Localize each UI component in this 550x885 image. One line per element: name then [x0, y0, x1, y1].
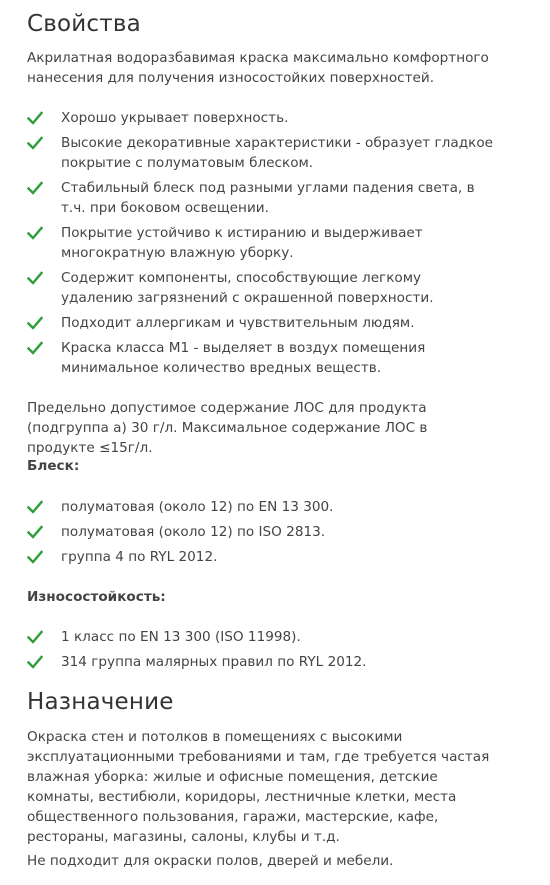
- check-icon: [27, 270, 43, 286]
- list-item: Стабильный блеск под разными углами паде…: [27, 178, 497, 218]
- list-item: Высокие декоративные характеристики - об…: [27, 133, 497, 173]
- list-item: Содержит компоненты, способствующие легк…: [27, 268, 497, 308]
- list-item: 1 класс по EN 13 300 (ISO 11998).: [27, 627, 497, 647]
- properties-list: Хорошо укрывает поверхность. Высокие дек…: [27, 108, 497, 383]
- list-item: Хорошо укрывает поверхность.: [27, 108, 497, 128]
- check-icon: [27, 135, 43, 151]
- check-icon: [27, 110, 43, 126]
- check-icon: [27, 315, 43, 331]
- purpose-text: Окраска стен и потолков в помещениях с в…: [27, 729, 490, 845]
- list-item: полуматовая (около 12) по EN 13 300.: [27, 497, 497, 517]
- check-icon: [27, 225, 43, 241]
- list-item: полуматовая (около 12) по ISO 2813.: [27, 522, 497, 542]
- check-icon: [27, 654, 43, 670]
- properties-intro: Акрилатная водоразбавимая краска максима…: [27, 50, 489, 86]
- voc-text: Предельно допустимое содержание ЛОС для …: [27, 400, 428, 456]
- check-icon: [27, 524, 43, 540]
- check-icon: [27, 340, 43, 356]
- check-icon: [27, 499, 43, 515]
- gloss-list: полуматовая (около 12) по EN 13 300. пол…: [27, 497, 497, 572]
- list-item: Покрытие устойчиво к истиранию и выдержи…: [27, 223, 497, 263]
- check-icon: [27, 629, 43, 645]
- wear-list: 1 класс по EN 13 300 (ISO 11998). 314 гр…: [27, 627, 497, 677]
- section-title-purpose: Назначение: [27, 689, 174, 715]
- list-item: группа 4 по RYL 2012.: [27, 547, 497, 567]
- list-item: Подходит аллергикам и чувствительным люд…: [27, 313, 497, 333]
- wear-heading: Износостойкость:: [27, 589, 166, 605]
- list-item: 314 группа малярных правил по RYL 2012.: [27, 652, 497, 672]
- gloss-heading: Блеск:: [27, 458, 80, 474]
- section-title-properties: Свойства: [27, 11, 141, 37]
- check-icon: [27, 180, 43, 196]
- list-item: Краска класса М1 - выделяет в воздух пом…: [27, 338, 497, 378]
- check-icon: [27, 549, 43, 565]
- purpose-note: Не подходит для окраски полов, дверей и …: [27, 853, 394, 869]
